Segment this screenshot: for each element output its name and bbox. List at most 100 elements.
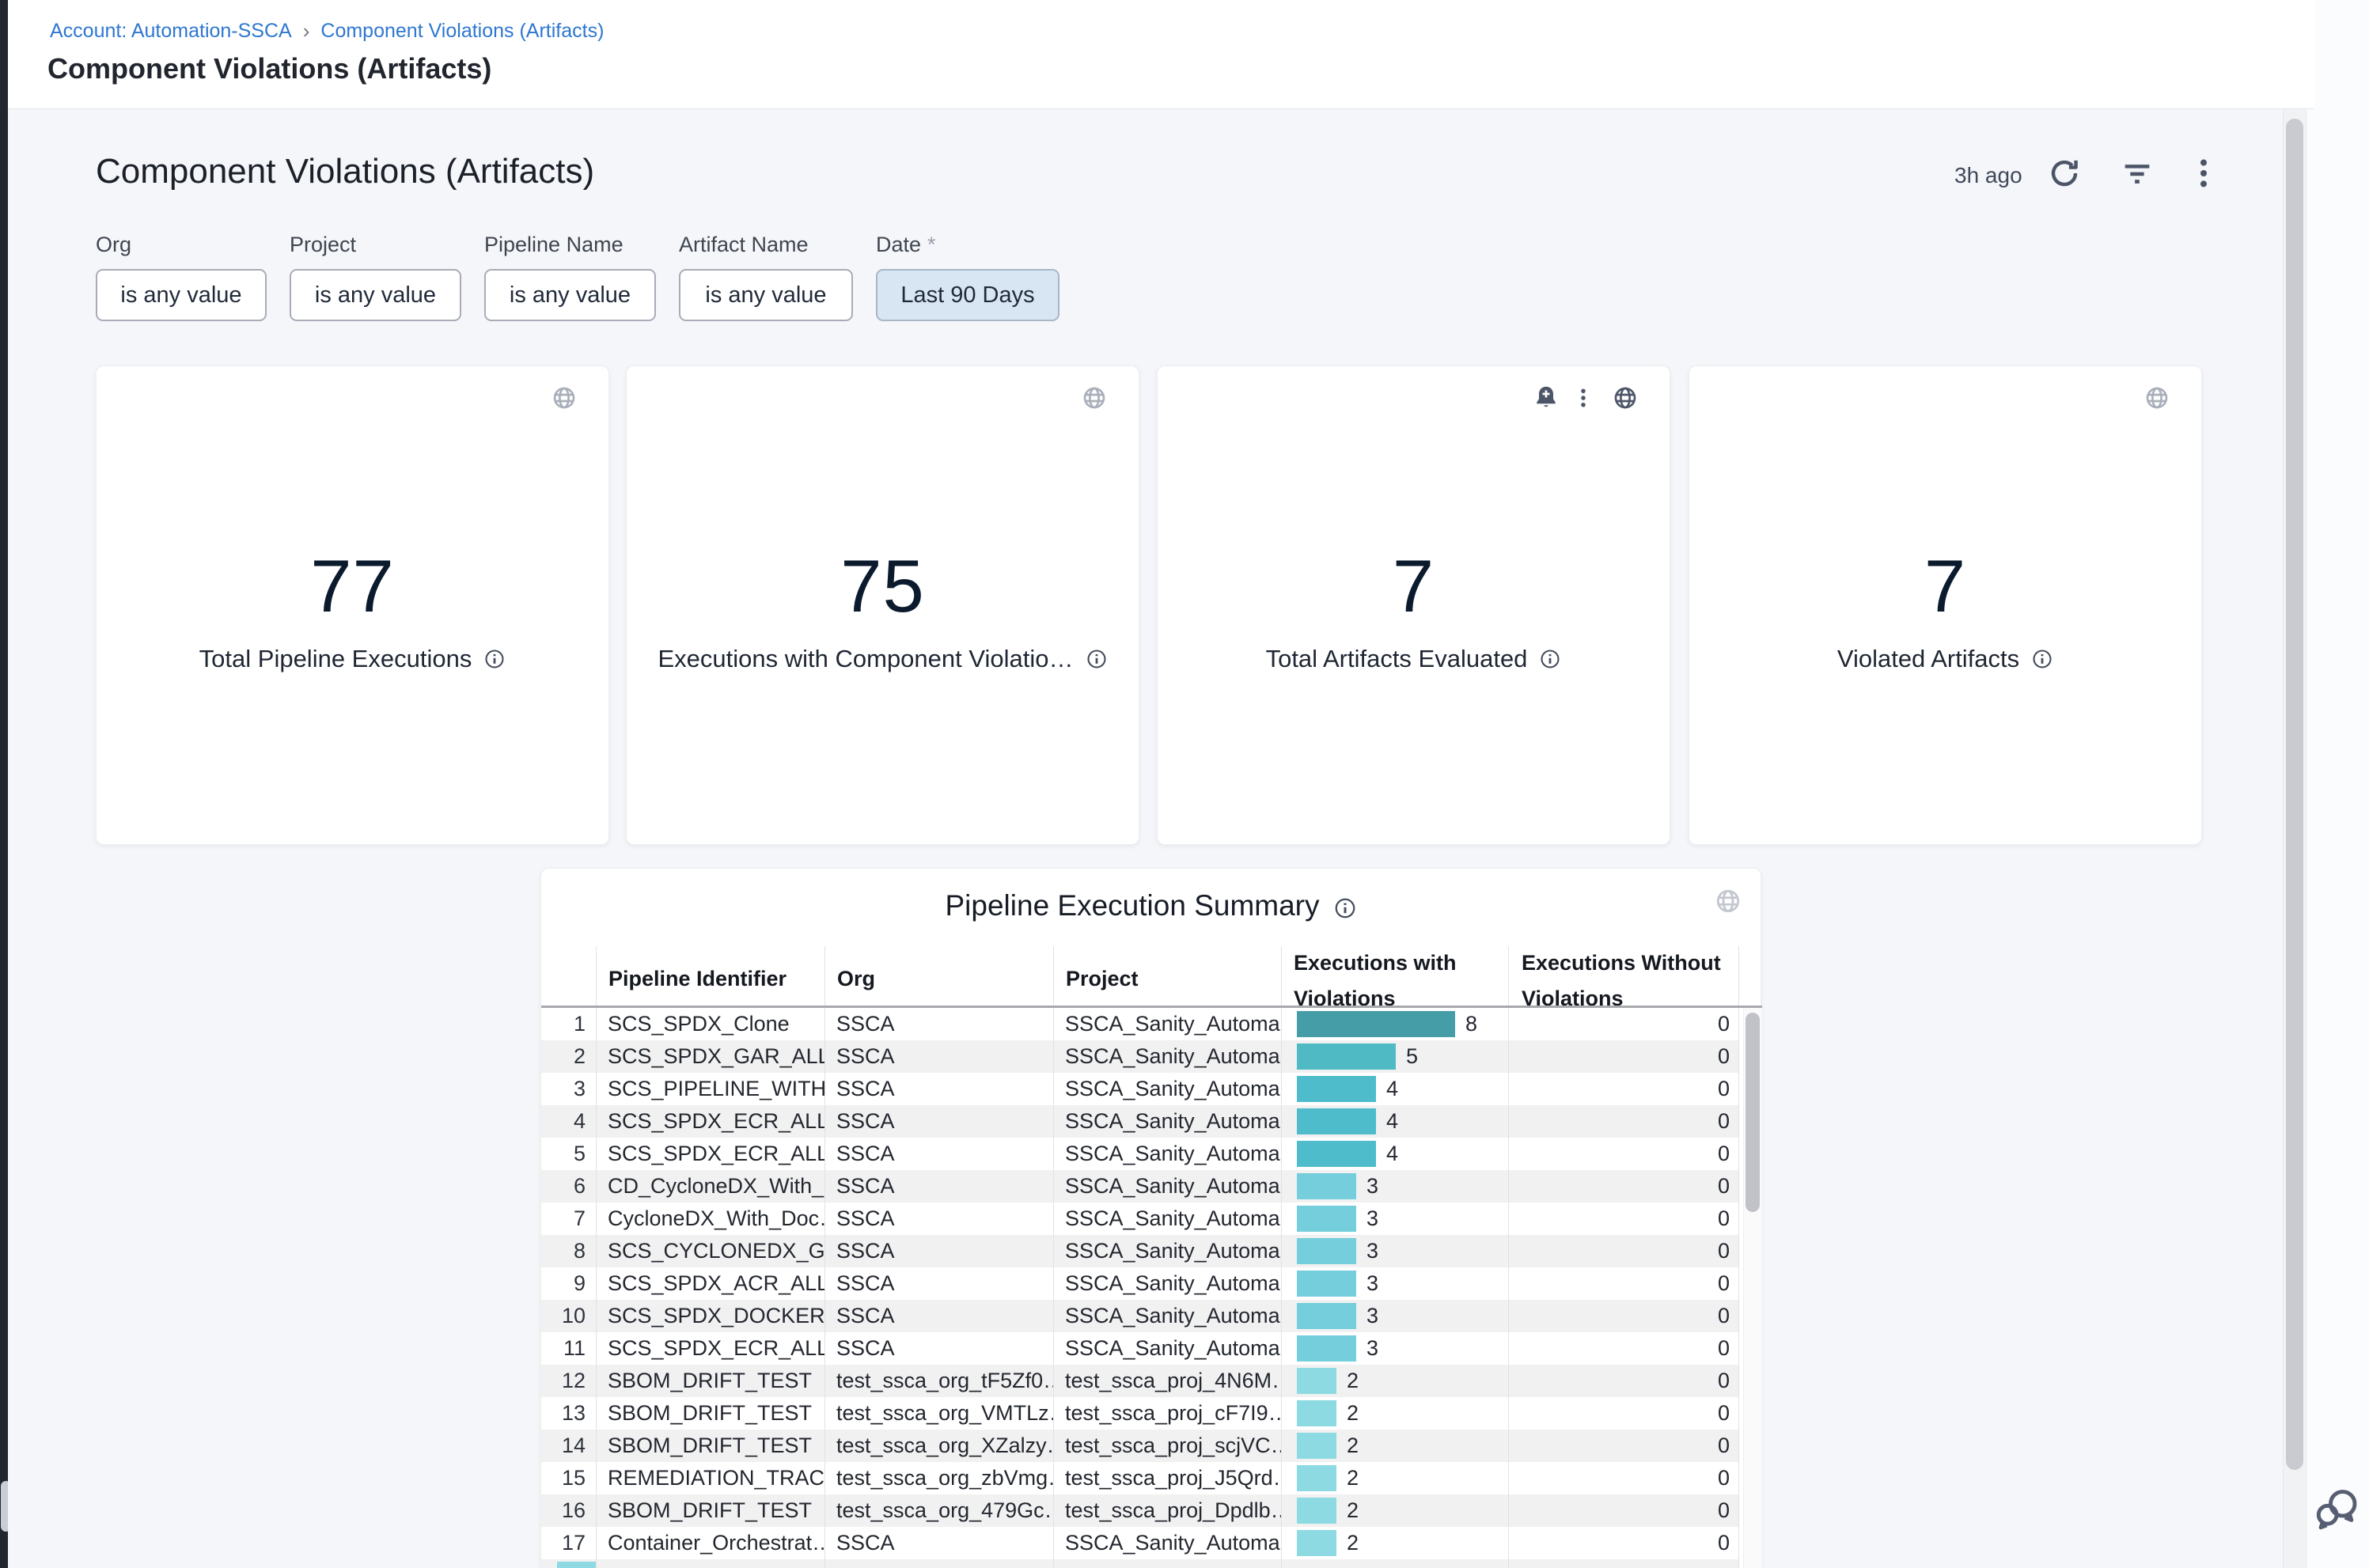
cell-executions-with-violations: 4 xyxy=(1281,1141,1508,1167)
table-row[interactable]: 11 SCS_SPDX_ECR_ALL_… SSCA SSCA_Sanity_A… xyxy=(541,1332,1738,1365)
tile-total-artifacts-evaluated: 7 Total Artifacts Evaluated xyxy=(1157,365,1670,845)
violations-bar xyxy=(1297,1433,1336,1459)
info-icon[interactable] xyxy=(1086,648,1108,670)
cell-project: test_ssca_proj_cF7I9… xyxy=(1053,1401,1281,1426)
filter-project-dropdown[interactable]: is any value xyxy=(290,269,461,321)
violations-bar xyxy=(1297,1011,1455,1037)
table-row[interactable]: 6 CD_CycloneDX_With_… SSCA SSCA_Sanity_A… xyxy=(541,1170,1738,1203)
cell-pipeline-identifier: SCS_SPDX_DOCKER_… xyxy=(596,1304,824,1328)
table-row[interactable]: 16 SBOM_DRIFT_TEST test_ssca_org_479Gc… … xyxy=(541,1494,1738,1527)
cell-org: SSCA xyxy=(824,1044,1053,1069)
violations-bar-value: 8 xyxy=(1465,1012,1477,1036)
cell-project: test_ssca_proj_J5Qrd… xyxy=(1053,1466,1281,1490)
table-row[interactable]: 4 SCS_SPDX_ECR_ALL_… SSCA SSCA_Sanity_Au… xyxy=(541,1105,1738,1138)
cell-pipeline-identifier: Container_Orchestrat… xyxy=(596,1531,824,1555)
info-icon[interactable] xyxy=(2031,648,2053,670)
violations-bar-value: 2 xyxy=(1347,1498,1359,1523)
table-row[interactable]: 14 SBOM_DRIFT_TEST test_ssca_org_XZalzy…… xyxy=(541,1430,1738,1462)
info-icon[interactable] xyxy=(1539,648,1561,670)
info-icon[interactable] xyxy=(483,648,506,670)
cell-executions-without-violations: 0 xyxy=(1508,1304,1738,1328)
cell-project: test_ssca_proj_4N6M… xyxy=(1053,1369,1281,1393)
filter-org-dropdown[interactable]: is any value xyxy=(96,269,267,321)
filter-pipeline-name-dropdown[interactable]: is any value xyxy=(484,269,656,321)
breadcrumb-current-link[interactable]: Component Violations (Artifacts) xyxy=(320,20,604,43)
table-row[interactable]: 10 SCS_SPDX_DOCKER_… SSCA SSCA_Sanity_Au… xyxy=(541,1300,1738,1332)
refresh-icon[interactable] xyxy=(2046,155,2083,191)
column-header-org[interactable]: Org xyxy=(837,967,875,991)
row-index: 15 xyxy=(541,1466,596,1490)
cell-pipeline-identifier: SCS_SPDX_GAR_ALL… xyxy=(596,1044,824,1069)
cell-pipeline-identifier: SCS_SPDX_Clone xyxy=(596,1012,824,1036)
table-row-partial[interactable] xyxy=(541,1559,1738,1568)
table-row[interactable]: 5 SCS_SPDX_ECR_ALL_… SSCA SSCA_Sanity_Au… xyxy=(541,1138,1738,1170)
table-row[interactable]: 7 CycloneDX_With_Doc… SSCA SSCA_Sanity_A… xyxy=(541,1203,1738,1235)
column-header-pipeline-identifier[interactable]: Pipeline Identifier xyxy=(608,967,787,991)
column-divider xyxy=(1053,946,1054,1568)
cell-executions-with-violations: 5 xyxy=(1281,1043,1508,1070)
cell-executions-without-violations: 0 xyxy=(1508,1044,1738,1069)
cell-executions-with-violations: 3 xyxy=(1281,1173,1508,1199)
table-row[interactable]: 12 SBOM_DRIFT_TEST test_ssca_org_tF5Zf0…… xyxy=(541,1365,1738,1397)
chat-help-icon[interactable] xyxy=(2312,1484,2361,1533)
violations-bar xyxy=(1297,1238,1356,1264)
stat-value: 77 xyxy=(97,543,608,629)
violations-bar xyxy=(557,1562,597,1568)
cell-project: SSCA_Sanity_Automa… xyxy=(1053,1239,1281,1263)
row-index: 13 xyxy=(541,1401,596,1426)
filter-date-dropdown[interactable]: Last 90 Days xyxy=(876,269,1059,321)
globe-icon[interactable] xyxy=(1715,888,1742,915)
stat-value: 75 xyxy=(627,543,1139,629)
cell-executions-without-violations: 0 xyxy=(1508,1109,1738,1134)
bell-plus-icon[interactable] xyxy=(1532,384,1560,412)
column-header-project[interactable]: Project xyxy=(1066,967,1139,991)
stat-value: 7 xyxy=(1689,543,2201,629)
table-row[interactable]: 15 REMEDIATION_TRAC… test_ssca_org_zbVmg… xyxy=(541,1462,1738,1494)
table-row[interactable]: 9 SCS_SPDX_ACR_ALL… SSCA SSCA_Sanity_Aut… xyxy=(541,1267,1738,1300)
page-scrollbar-thumb[interactable] xyxy=(2286,119,2303,1470)
cell-executions-with-violations: 3 xyxy=(1281,1335,1508,1362)
filter-icon[interactable] xyxy=(2119,155,2155,191)
table-scrollbar-thumb[interactable] xyxy=(1745,1013,1760,1212)
violations-bar-value: 4 xyxy=(1386,1077,1398,1101)
tile-executions-with-component-violations: 75 Executions with Component Violatio… xyxy=(626,365,1139,845)
violations-bar-value: 4 xyxy=(1386,1142,1398,1166)
violations-bar-value: 3 xyxy=(1366,1271,1378,1296)
cell-executions-with-violations: 3 xyxy=(1281,1238,1508,1264)
globe-icon[interactable] xyxy=(2144,385,2170,411)
table-row[interactable]: 2 SCS_SPDX_GAR_ALL… SSCA SSCA_Sanity_Aut… xyxy=(541,1040,1738,1073)
column-header-executions-without-violations[interactable]: Executions WithoutViolations xyxy=(1522,951,1721,1011)
cell-org: SSCA xyxy=(824,1531,1053,1555)
header-divider xyxy=(541,1006,1762,1008)
cell-executions-with-violations: 2 xyxy=(1281,1400,1508,1426)
cell-project: SSCA_Sanity_Automa… xyxy=(1053,1271,1281,1296)
violations-bar xyxy=(1297,1076,1376,1102)
table-row[interactable]: 1 SCS_SPDX_Clone SSCA SSCA_Sanity_Automa… xyxy=(541,1008,1738,1040)
row-index: 1 xyxy=(541,1012,596,1036)
kebab-menu-icon[interactable] xyxy=(2185,155,2222,191)
table-row[interactable]: 17 Container_Orchestrat… SSCA SSCA_Sanit… xyxy=(541,1527,1738,1559)
filter-label-pipeline-name: Pipeline Name xyxy=(484,233,624,257)
globe-icon[interactable] xyxy=(1613,385,1638,411)
last-refreshed-label: 3h ago xyxy=(1954,163,2022,188)
info-icon[interactable] xyxy=(1333,894,1357,918)
row-index: 16 xyxy=(541,1498,596,1523)
column-divider xyxy=(596,946,597,1568)
table-row[interactable]: 3 SCS_PIPELINE_WITH… SSCA SSCA_Sanity_Au… xyxy=(541,1073,1738,1105)
table-row[interactable]: 13 SBOM_DRIFT_TEST test_ssca_org_VMTLz… … xyxy=(541,1397,1738,1430)
cell-org: SSCA xyxy=(824,1239,1053,1263)
tile-total-pipeline-executions: 77 Total Pipeline Executions xyxy=(96,365,609,845)
kebab-menu-icon[interactable] xyxy=(1571,386,1595,410)
table-body: 1 SCS_SPDX_Clone SSCA SSCA_Sanity_Automa… xyxy=(541,1008,1738,1568)
cell-executions-with-violations: 2 xyxy=(1281,1530,1508,1556)
column-header-executions-with-violations[interactable]: Executions withViolations xyxy=(1294,951,1457,1011)
globe-icon[interactable] xyxy=(1082,385,1107,411)
breadcrumb-account-link[interactable]: Account: Automation-SSCA xyxy=(50,20,292,43)
filter-artifact-name-dropdown[interactable]: is any value xyxy=(679,269,853,321)
row-index: 7 xyxy=(541,1206,596,1231)
table-row[interactable]: 8 SCS_CYCLONEDX_GA… SSCA SSCA_Sanity_Aut… xyxy=(541,1235,1738,1267)
violations-bar-value: 3 xyxy=(1366,1304,1378,1328)
cell-project: SSCA_Sanity_Automa… xyxy=(1053,1012,1281,1036)
row-index: 5 xyxy=(541,1142,596,1166)
globe-icon[interactable] xyxy=(552,385,577,411)
